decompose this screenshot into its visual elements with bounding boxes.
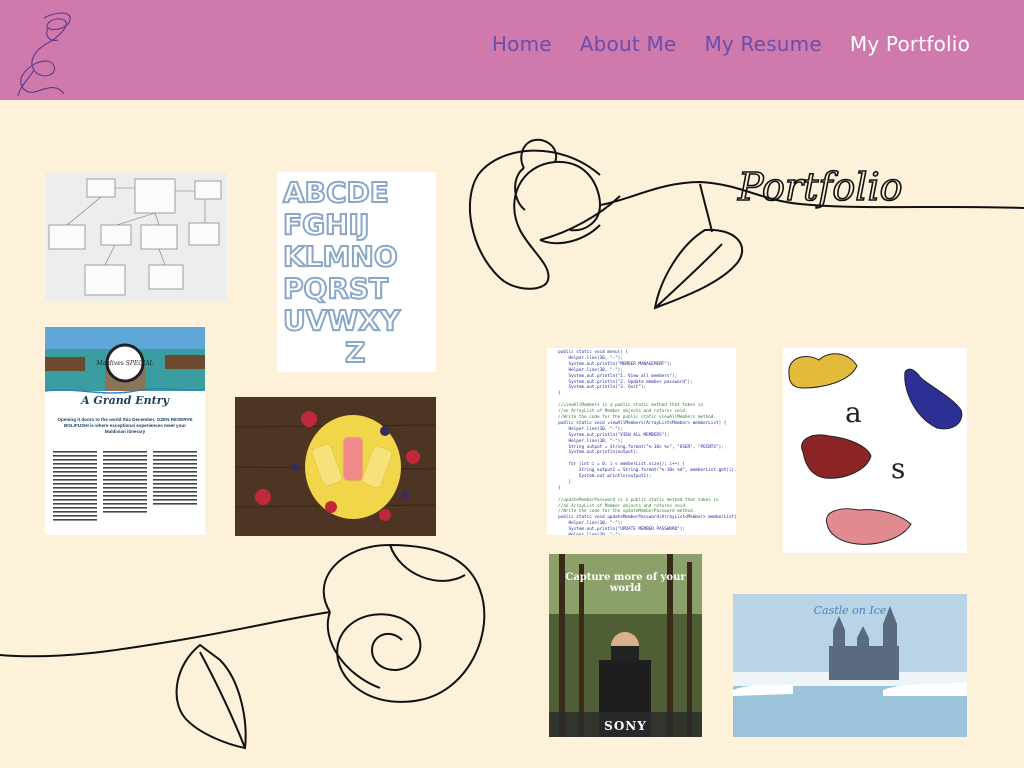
code-line: //updateMemberPassword is a public stati…: [553, 497, 719, 503]
thumbnail-butterfly-alphabet[interactable]: a s: [783, 348, 967, 553]
thumbnail-sony-ad[interactable]: Capture more of your world SONY: [549, 554, 702, 737]
svg-text:Z: Z: [345, 336, 365, 369]
sony-headline: Capture more of your world: [565, 572, 686, 594]
castle-title: Castle on Ice: [813, 604, 887, 617]
butterfly-letter-a: a: [845, 396, 862, 429]
code-snippet: public static void menu() { Helper.line(…: [553, 350, 736, 535]
nav-about-me[interactable]: About Me: [580, 32, 677, 56]
site-header: Home About Me My Resume My Portfolio: [0, 0, 1024, 100]
fruit-popsicles-image: [235, 397, 436, 536]
svg-text:KLMNO: KLMNO: [283, 240, 398, 273]
butterfly-letter-s: s: [891, 452, 906, 485]
alphabet-letters-image: ABCDE FGHIJ KLMNO PQRST UVWXY Z: [282, 175, 402, 370]
thumbnail-alphabet-typography[interactable]: ABCDE FGHIJ KLMNO PQRST UVWXY Z: [277, 172, 436, 372]
logo-icon[interactable]: [14, 10, 80, 98]
svg-text:ABCDE: ABCDE: [283, 176, 389, 209]
class-diagram-image: [48, 178, 222, 296]
portfolio-script-title: Portfolio: [737, 165, 902, 209]
svg-text:UVWXY: UVWXY: [283, 304, 401, 337]
nav-my-resume[interactable]: My Resume: [704, 32, 821, 56]
code-line: //Write the code for the public static v…: [553, 414, 716, 420]
code-line: Helper.line(30, "-");: [553, 533, 736, 535]
code-line: public static void viewAllMembers(ArrayL…: [553, 420, 727, 426]
nav-home[interactable]: Home: [492, 32, 552, 56]
main-nav: Home About Me My Resume My Portfolio: [492, 32, 970, 56]
flyer-title: A Grand Entry: [81, 394, 169, 407]
thumbnail-maldives-flyer[interactable]: Maldives SPECIAL A Grand Entry Opening i…: [45, 327, 205, 535]
nav-my-portfolio[interactable]: My Portfolio: [850, 32, 970, 56]
svg-text:PQRST: PQRST: [283, 272, 388, 305]
thumbnail-fruit-popsicles[interactable]: [235, 397, 436, 536]
thumbnail-java-code[interactable]: public static void menu() { Helper.line(…: [547, 348, 736, 535]
sony-brand: SONY: [604, 719, 647, 733]
flyer-subtitle: Opening it doors to the world this Decem…: [57, 417, 193, 434]
svg-text:FGHIJ: FGHIJ: [283, 208, 369, 241]
butterflies-image: [788, 353, 963, 545]
thumbnail-castle-on-ice[interactable]: Castle on Ice: [733, 594, 967, 737]
flyer-badge: Maldives SPECIAL: [95, 360, 153, 367]
thumbnail-class-diagram[interactable]: [45, 173, 227, 301]
